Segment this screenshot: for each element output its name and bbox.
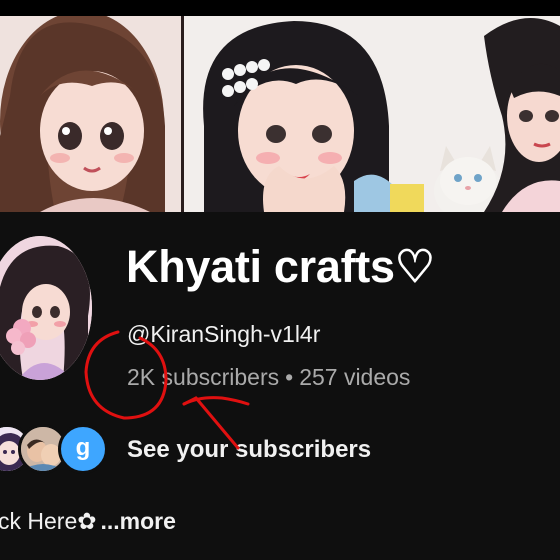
channel-description[interactable]: ck Here✿ ...more <box>0 508 176 535</box>
video-count: 257 videos <box>299 364 411 390</box>
channel-stats: 2K subscribers • 257 videos <box>127 364 410 391</box>
stats-separator: • <box>285 364 294 390</box>
more-link[interactable]: ...more <box>101 508 176 534</box>
banner-art-girls-with-cat <box>184 16 560 212</box>
subscriber-avatar: g <box>58 424 108 474</box>
banner-art-girl-brown-hair <box>0 16 181 212</box>
top-bar <box>0 0 560 16</box>
see-subscribers-link[interactable]: See your subscribers <box>127 436 371 464</box>
channel-handle: @KiranSingh-v1l4r <box>127 321 321 347</box>
channel-avatar[interactable] <box>0 236 92 380</box>
subscriber-avatars[interactable]: g <box>0 420 120 480</box>
subscriber-count: 2K subscribers <box>127 364 280 390</box>
channel-name: Khyati crafts♡ <box>126 241 435 292</box>
description-text: ck Here✿ <box>0 508 97 534</box>
channel-banner <box>0 16 560 212</box>
